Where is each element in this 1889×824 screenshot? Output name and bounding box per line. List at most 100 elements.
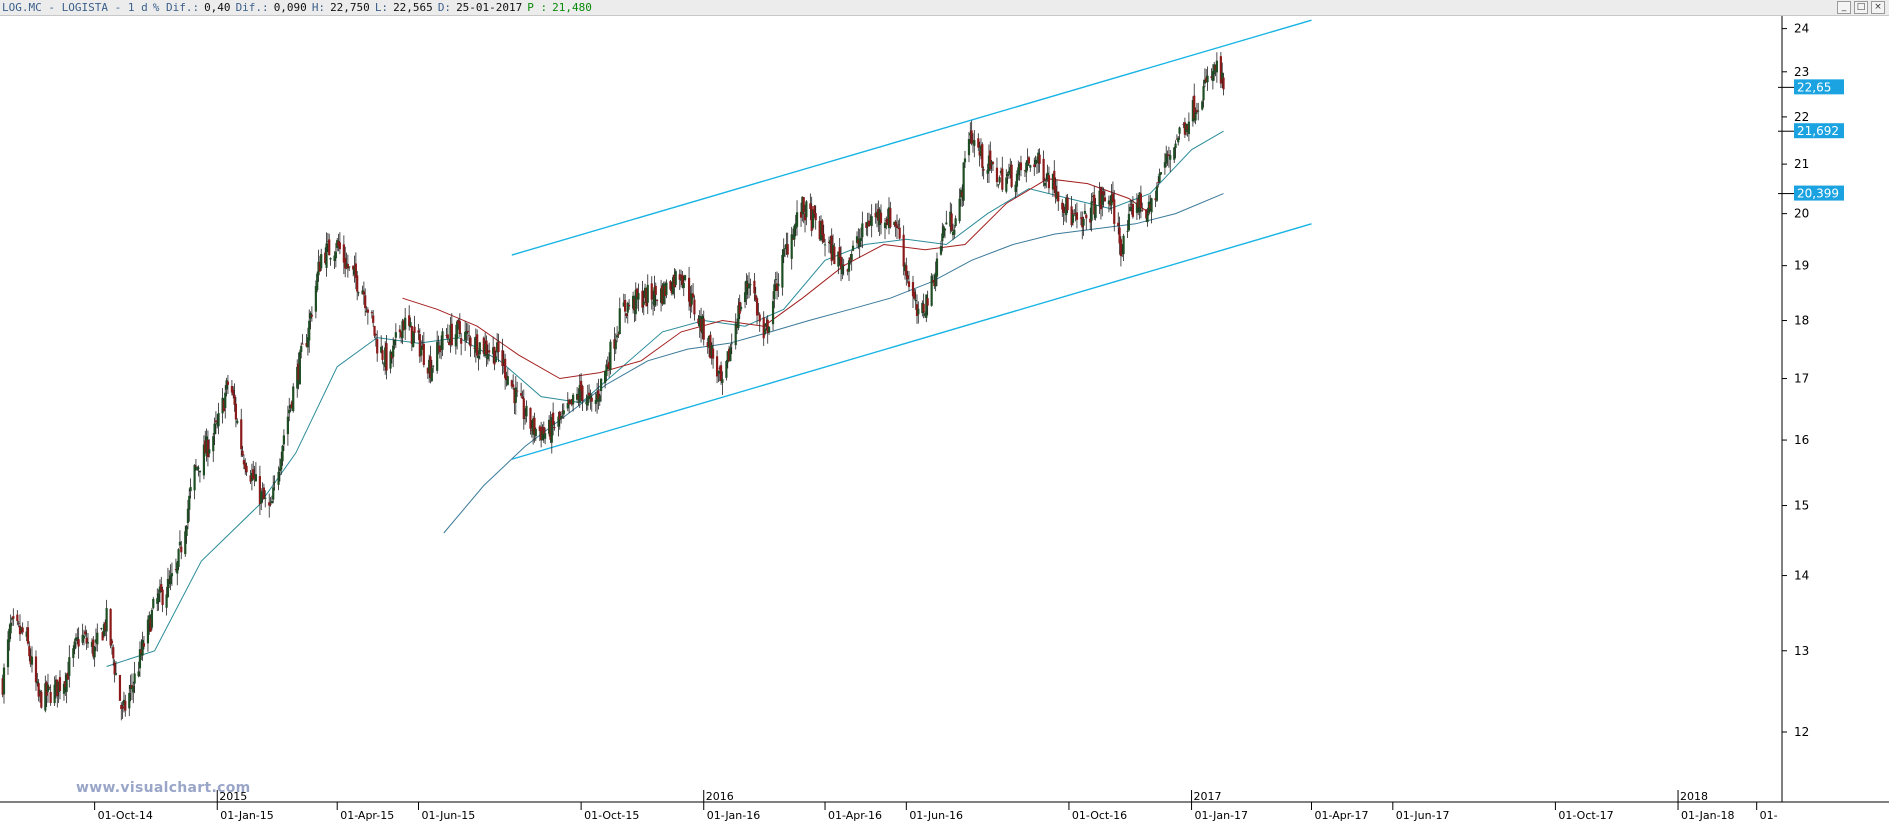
candle-body: [894, 221, 897, 227]
candle-body: [281, 445, 284, 462]
time-tick-label: 01-Jun-15: [422, 809, 476, 822]
candle-body: [991, 162, 995, 164]
time-tick-label: 01-Oct-17: [1558, 809, 1613, 822]
candle-body: [394, 332, 397, 338]
candle-body: [404, 317, 407, 330]
candle-body: [329, 258, 332, 260]
candle-body: [682, 282, 685, 289]
candle-body: [674, 271, 677, 285]
candle-body: [1177, 137, 1180, 143]
candle-body: [456, 321, 459, 339]
candle-body: [417, 330, 420, 333]
candle-body: [446, 334, 449, 339]
candle-body: [725, 361, 728, 378]
candle-body: [525, 405, 528, 417]
candle-body: [325, 243, 328, 268]
candle-body: [114, 673, 118, 675]
candle-body: [197, 467, 200, 469]
candle-body: [895, 225, 899, 229]
candle-body: [850, 253, 853, 261]
candle-body: [516, 390, 519, 392]
candle-body: [616, 335, 619, 338]
candle-body: [68, 657, 71, 676]
candle-body: [193, 464, 196, 491]
candle-body: [520, 393, 523, 396]
candle-body: [53, 684, 56, 704]
candle-body: [28, 645, 31, 657]
candle-body: [590, 397, 593, 402]
candle-body: [413, 326, 416, 333]
moving-average-1: [106, 130, 1224, 667]
candle-body: [939, 245, 943, 255]
candle-body: [338, 242, 341, 250]
candle-body: [802, 197, 805, 213]
time-tick-label: 01-Jan-16: [707, 809, 761, 822]
candle-body: [58, 677, 62, 691]
time-tick-label: 01-Jun-17: [1396, 809, 1450, 822]
candle-body: [100, 628, 103, 629]
price-badge-label: 20,399: [1797, 187, 1839, 201]
candle-body: [842, 264, 845, 266]
candle-body: [180, 546, 183, 553]
candle-body: [186, 508, 190, 524]
candle-body: [739, 306, 743, 310]
candle-body: [1045, 180, 1048, 182]
price-chart[interactable]: 24 23 22 21 20 19 18 17 16 15 14 13 12 01-Oct-14 01-Ja…: [0, 0, 1889, 824]
candlesticks: [1, 52, 1225, 721]
candle-body: [1113, 199, 1116, 224]
candle-body: [412, 331, 415, 348]
candle-body: [598, 395, 601, 402]
candle-body: [308, 320, 311, 341]
candle-body: [1033, 164, 1036, 168]
candle-body: [1117, 222, 1120, 227]
candle-body: [1066, 197, 1069, 211]
candle-body: [995, 167, 999, 183]
candle-body: [1038, 154, 1041, 164]
candle-body: [270, 501, 273, 504]
candle-body: [1139, 193, 1143, 209]
candle-body: [926, 298, 929, 306]
candle-body: [773, 284, 776, 300]
candle-body: [562, 410, 565, 415]
price-tick-label: 21: [1794, 157, 1809, 171]
candle-body: [691, 293, 695, 298]
candle-body: [833, 246, 836, 265]
candle-body: [702, 318, 705, 340]
candle-body: [970, 130, 973, 144]
time-tick-label: 01-Apr-17: [1315, 809, 1369, 822]
candle-body: [272, 487, 275, 500]
candle-body: [1197, 110, 1200, 112]
year-marker-label: 2018: [1680, 790, 1708, 803]
candle-body: [376, 339, 379, 354]
candle-body: [381, 350, 384, 360]
candle-body: [370, 312, 373, 314]
candle-body: [328, 239, 331, 256]
candle-body: [719, 365, 723, 382]
candle-body: [194, 465, 198, 467]
candle-body: [133, 673, 136, 684]
candle-body: [374, 334, 377, 336]
candle-body: [364, 295, 367, 309]
candle-body: [1057, 191, 1060, 202]
candle-body: [838, 247, 841, 258]
candle-body: [357, 292, 360, 294]
time-tick-label: 01-Apr-15: [340, 809, 394, 822]
candle-body: [208, 449, 211, 454]
candle-body: [805, 201, 808, 218]
candle-body: [1174, 143, 1177, 149]
candle-body: [553, 427, 556, 429]
candle-body: [935, 258, 939, 277]
candle-body: [1129, 206, 1132, 212]
candle-body: [762, 317, 765, 339]
candle-body: [914, 299, 917, 302]
candle-body: [73, 641, 76, 650]
candle-body: [240, 419, 243, 450]
price-tick-label: 17: [1794, 372, 1809, 386]
candle-body: [169, 575, 172, 585]
candle-body: [346, 264, 349, 269]
candle-body: [273, 482, 276, 483]
candle-body: [385, 343, 388, 371]
candle-body: [782, 249, 785, 257]
price-tick-label: 20: [1794, 207, 1809, 221]
candle-body: [441, 331, 444, 350]
